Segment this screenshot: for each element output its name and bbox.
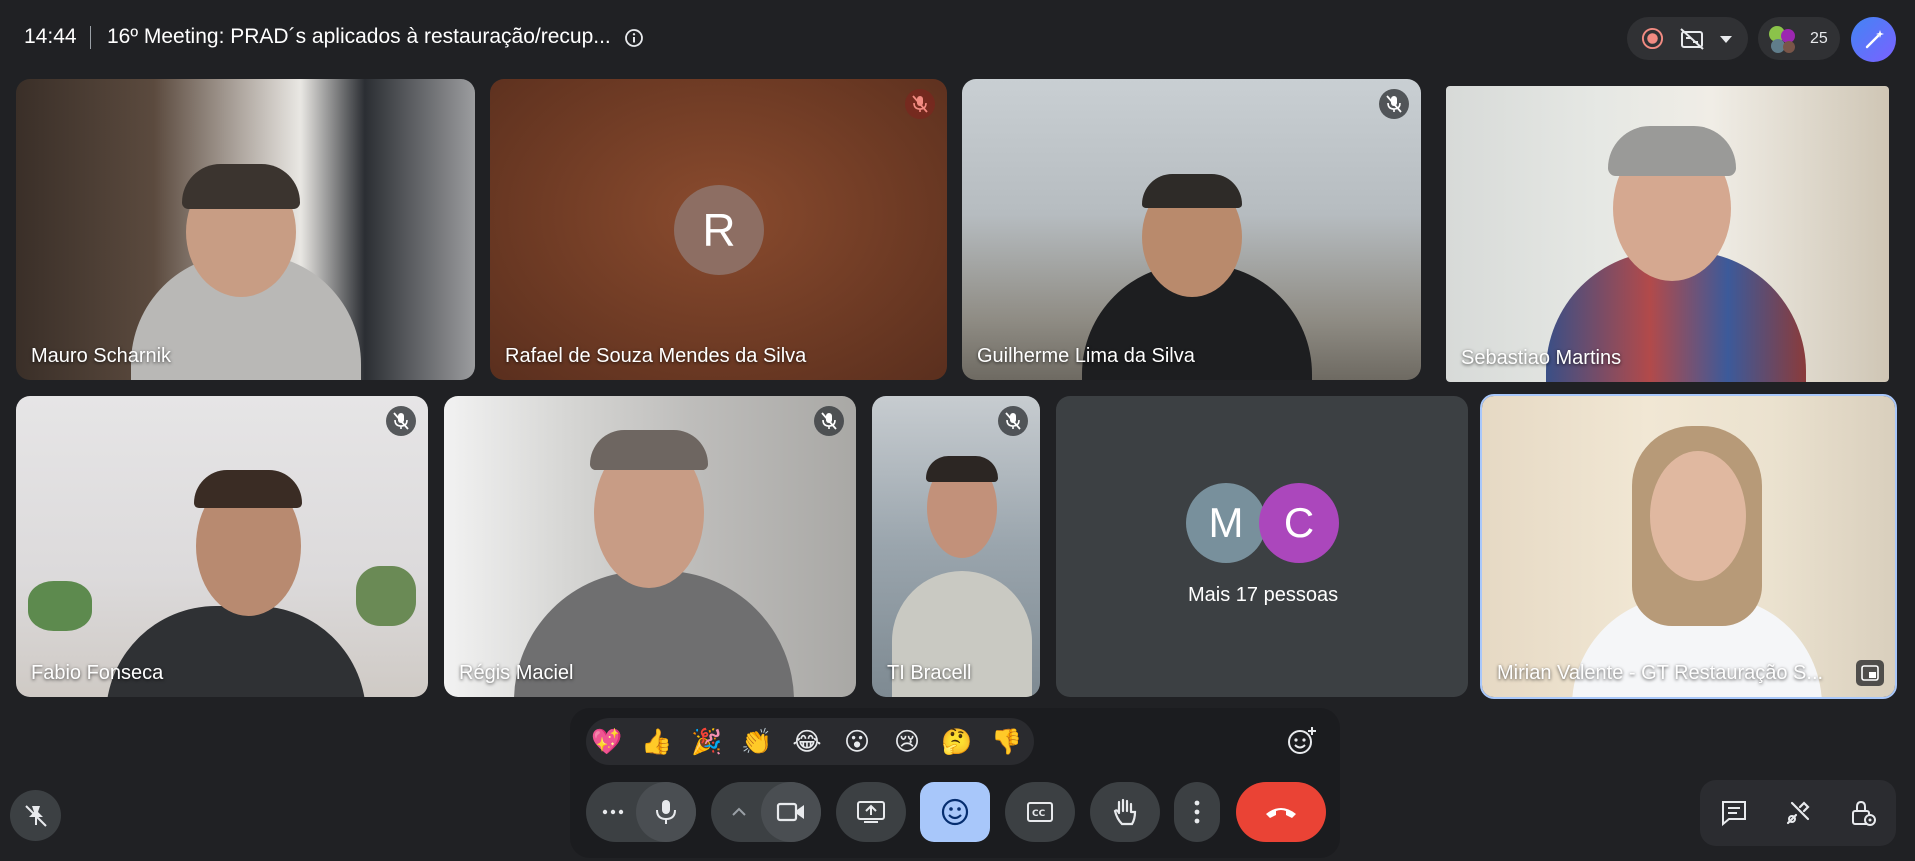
host-controls-icon[interactable] (1849, 799, 1877, 827)
reaction-thumbs-up[interactable]: 👍 (640, 726, 674, 758)
participant-tile-sebastiao[interactable]: Sebastiao Martins (1446, 86, 1889, 382)
more-participants-tile[interactable]: M C Mais 17 pessoas (1056, 396, 1468, 697)
call-controls: 💖 👍 🎉 👏 😂 😮 😢 🤔 👎 CC (570, 708, 1340, 858)
reaction-thumbs-down[interactable]: 👎 (990, 726, 1024, 758)
captions-off-icon[interactable] (1679, 27, 1705, 51)
participant-video (926, 456, 998, 482)
record-icon[interactable] (1641, 27, 1664, 50)
mic-off-icon (1386, 95, 1402, 113)
camera-button[interactable] (761, 782, 821, 842)
participant-count: 25 (1810, 30, 1828, 47)
microphone-icon (656, 800, 676, 824)
raise-hand-icon (1113, 798, 1137, 826)
reaction-heart[interactable]: 💖 (590, 726, 624, 758)
people-icon (1769, 26, 1795, 53)
mic-group (586, 782, 696, 842)
mic-off-icon (393, 412, 409, 430)
people-button[interactable]: 25 (1758, 17, 1840, 60)
present-screen-button[interactable] (836, 782, 906, 842)
mute-badge (1379, 89, 1409, 119)
more-horizontal-icon[interactable] (602, 808, 624, 816)
gemini-icon (1865, 30, 1884, 49)
reactions-button[interactable] (920, 782, 990, 842)
mic-off-icon (912, 95, 928, 113)
microphone-button[interactable] (636, 782, 696, 842)
reaction-party[interactable]: 🎉 (690, 726, 724, 758)
reaction-sad[interactable]: 😢 (890, 726, 924, 758)
mute-badge (814, 406, 844, 436)
reaction-thinking[interactable]: 🤔 (940, 726, 974, 758)
participant-tile-regis[interactable]: Régis Maciel (444, 396, 856, 697)
top-bar: 14:44 16º Meeting: PRAD´s aplicados à re… (0, 0, 1915, 76)
present-screen-icon (857, 801, 885, 823)
mute-badge (905, 89, 935, 119)
chevron-down-icon[interactable] (1717, 31, 1735, 47)
camera-icon (776, 802, 804, 822)
participant-tile-ti-bracell[interactable]: TI Bracell (872, 396, 1040, 697)
avatar: R (674, 185, 764, 275)
participant-video (1142, 174, 1242, 208)
participant-name: Guilherme Lima da Silva (977, 345, 1195, 367)
picture-in-picture-icon (1861, 665, 1879, 681)
add-reaction-icon[interactable] (1286, 725, 1318, 757)
participant-name: Régis Maciel (459, 662, 574, 684)
participant-tile-mirian[interactable]: Mirian Valente - GT Restauração S... (1480, 394, 1897, 699)
recording-controls[interactable] (1627, 17, 1748, 60)
participant-tile-mauro[interactable]: Mauro Scharnik (16, 79, 475, 380)
participant-tile-rafael[interactable]: R Rafael de Souza Mendes da Silva (490, 79, 947, 380)
participant-name: Mirian Valente - GT Restauração S... (1497, 662, 1824, 684)
participant-video (356, 566, 416, 626)
chat-icon[interactable] (1720, 799, 1748, 827)
participant-video (590, 430, 708, 470)
mic-off-icon (1005, 412, 1021, 430)
mic-off-icon (821, 412, 837, 430)
captions-button[interactable]: CC (1005, 782, 1075, 842)
unpin-icon (25, 805, 47, 827)
participant-name: Mauro Scharnik (31, 345, 172, 367)
svg-text:CC: CC (1032, 809, 1046, 819)
participant-video (1608, 126, 1736, 176)
hangup-icon (1266, 808, 1296, 818)
camera-group (711, 782, 821, 842)
divider (90, 26, 91, 49)
mute-badge (386, 406, 416, 436)
clock: 14:44 (24, 25, 77, 48)
meeting-title: 16º Meeting: PRAD´s aplicados à restaura… (107, 25, 611, 48)
avatar: C (1259, 483, 1339, 563)
picture-in-picture-button[interactable] (1856, 660, 1884, 686)
info-icon[interactable] (624, 28, 644, 48)
participant-name: TI Bracell (887, 662, 972, 684)
mute-badge (998, 406, 1028, 436)
participant-video (194, 470, 302, 508)
participant-video (1650, 451, 1746, 581)
avatar: M (1186, 483, 1266, 563)
participant-name: Sebastiao Martins (1461, 347, 1622, 369)
reaction-surprised[interactable]: 😮 (840, 726, 874, 758)
participant-video (28, 581, 92, 631)
more-options-button[interactable] (1174, 782, 1220, 842)
participant-tile-fabio[interactable]: Fabio Fonseca (16, 396, 428, 697)
chevron-up-icon[interactable] (731, 807, 747, 817)
emoji-icon (941, 798, 969, 826)
reactions-bar: 💖 👍 🎉 👏 😂 😮 😢 🤔 👎 (586, 718, 1034, 765)
side-panel-controls (1700, 780, 1896, 846)
participant-tile-guilherme[interactable]: Guilherme Lima da Silva (962, 79, 1421, 380)
more-participants-label: Mais 17 pessoas (1188, 584, 1339, 606)
reaction-laugh[interactable]: 😂 (790, 726, 824, 758)
participant-video (182, 164, 300, 209)
leave-call-button[interactable] (1236, 782, 1326, 842)
captions-icon: CC (1027, 802, 1053, 822)
activities-icon[interactable] (1784, 799, 1812, 827)
reaction-clap[interactable]: 👏 (740, 726, 774, 758)
raise-hand-button[interactable] (1090, 782, 1160, 842)
unpin-button[interactable] (10, 790, 61, 841)
participant-name: Rafael de Souza Mendes da Silva (505, 345, 807, 367)
more-vertical-icon (1194, 800, 1200, 824)
participant-name: Fabio Fonseca (31, 662, 164, 684)
gemini-button[interactable] (1851, 17, 1896, 62)
